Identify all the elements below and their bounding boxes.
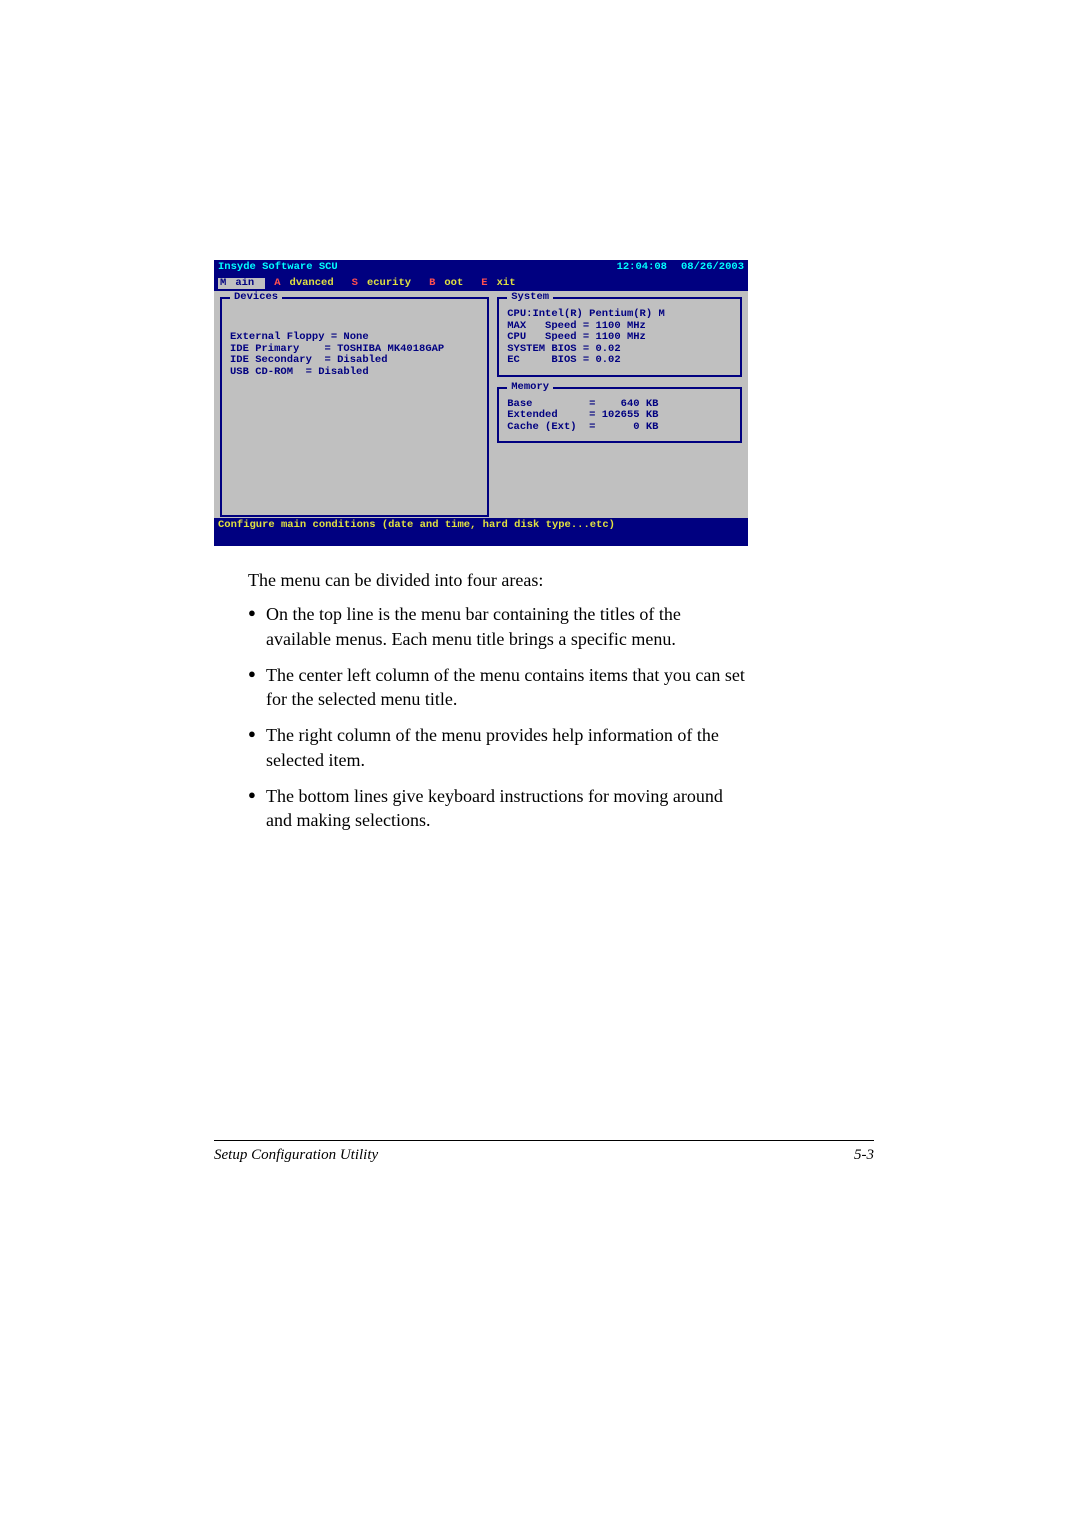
system-content: CPU:Intel(R) Pentium(R) M MAX Speed = 11… [507, 309, 732, 367]
page-footer: Setup Configuration Utility 5-3 [214, 1140, 874, 1164]
list-item: The right column of the menu provides he… [248, 723, 748, 772]
menu-security[interactable]: Security [352, 278, 420, 290]
bios-menubar: Main Advanced Security Boot Exit [214, 276, 748, 292]
menu-boot[interactable]: Boot [429, 278, 472, 290]
memory-legend: Memory [507, 382, 553, 394]
memory-panel: Memory Base = 640 KB Extended = 102655 K… [497, 387, 742, 444]
bios-titlebar: Insyde Software SCU 12:04:08 08/26/2003 [214, 260, 748, 276]
system-legend: System [507, 292, 553, 304]
devices-panel: Devices External Floppy = None IDE Prima… [220, 297, 489, 517]
bios-time: 12:04:08 [617, 262, 667, 274]
list-item: The center left column of the menu conta… [248, 663, 748, 712]
list-item: On the top line is the menu bar containi… [248, 602, 748, 651]
devices-content: External Floppy = None IDE Primary = TOS… [230, 309, 479, 378]
list-item: The bottom lines give keyboard instructi… [248, 784, 748, 833]
memory-content: Base = 640 KB Extended = 102655 KB Cache… [507, 399, 732, 434]
devices-legend: Devices [230, 292, 282, 304]
menu-exit[interactable]: Exit [481, 278, 524, 290]
bios-help-line: Configure main conditions (date and time… [214, 518, 748, 546]
footer-page-number: 5-3 [854, 1147, 874, 1164]
bios-screenshot: Insyde Software SCU 12:04:08 08/26/2003 … [214, 260, 748, 546]
document-body: The menu can be divided into four areas:… [214, 568, 748, 833]
intro-paragraph: The menu can be divided into four areas: [248, 568, 748, 592]
footer-title: Setup Configuration Utility [214, 1147, 378, 1164]
menu-main[interactable]: Main [218, 278, 265, 290]
bios-date: 08/26/2003 [681, 262, 744, 274]
system-panel: System CPU:Intel(R) Pentium(R) M MAX Spe… [497, 297, 742, 377]
menu-advanced[interactable]: Advanced [274, 278, 342, 290]
bios-title-text: Insyde Software SCU [218, 262, 338, 274]
bullet-list: On the top line is the menu bar containi… [248, 602, 748, 832]
